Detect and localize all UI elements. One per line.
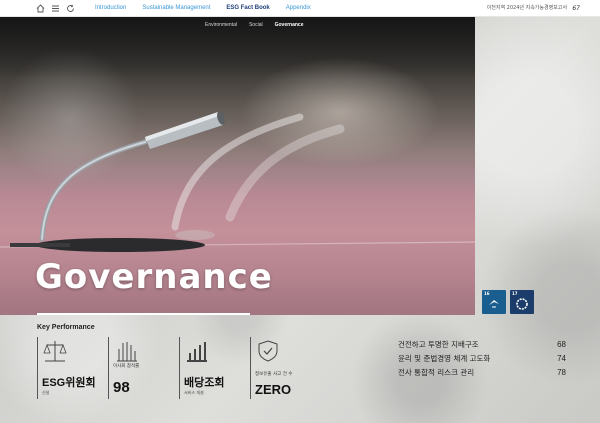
- bar-chart-icon: [187, 342, 207, 362]
- kp-value: 배당조회: [184, 377, 225, 389]
- refresh-icon[interactable]: [66, 4, 75, 13]
- kp-item-esg-committee: ESG위원회 신설: [37, 337, 107, 399]
- sdg-17-badge: 17: [510, 290, 534, 314]
- kp-label: 이사회 참석률: [113, 364, 140, 369]
- toc-item[interactable]: 전사 통합적 리스크 관리 78: [398, 365, 566, 379]
- kp-value: 98: [113, 379, 130, 396]
- menu-icon[interactable]: [51, 4, 60, 13]
- dove-icon: [489, 300, 499, 308]
- section-subnav: Environmental Social Governance: [205, 22, 304, 28]
- kp-caption: 신설: [42, 390, 50, 395]
- toc-label: 윤리 및 준법경영 체계 고도화: [398, 353, 491, 363]
- toc-label: 전사 통합적 리스크 관리: [398, 367, 475, 377]
- section-toc: 건전하고 투명한 지배구조 68 윤리 및 준법경영 체계 고도화 74 전사 …: [398, 337, 566, 379]
- kp-label: 정보유출 사고 건 수: [255, 372, 293, 377]
- kp-item-info-leak: 정보유출 사고 건 수 ZERO: [250, 337, 330, 399]
- tab-sustainable-management[interactable]: Sustainable Management: [134, 0, 218, 17]
- shield-check-icon: [258, 340, 278, 362]
- nav-icon-group: [36, 3, 75, 13]
- page-number: 67: [572, 5, 580, 12]
- subnav-social[interactable]: Social: [249, 22, 263, 28]
- sdg-16-badge: 16: [482, 290, 506, 314]
- toc-page: 74: [557, 353, 566, 363]
- kp-item-board-attendance: 이사회 참석률 98: [108, 337, 178, 399]
- subnav-governance[interactable]: Governance: [275, 22, 304, 28]
- scales-icon: [43, 341, 67, 362]
- kp-item-dividend-service: 배당조회 서비스 개설: [179, 337, 249, 399]
- key-performance-title: Key Performance: [37, 324, 95, 331]
- page-title: Governance: [35, 257, 273, 297]
- top-nav-bar: Introduction Sustainable Management ESG …: [0, 0, 600, 17]
- toc-page: 68: [557, 339, 566, 349]
- tab-appendix[interactable]: Appendix: [278, 0, 319, 17]
- report-title: 이천지역 2024년 지속가능경영보고서: [486, 5, 567, 11]
- tab-esg-fact-book[interactable]: ESG Fact Book: [218, 0, 277, 17]
- kp-caption: 서비스 개설: [184, 390, 204, 395]
- subnav-environmental[interactable]: Environmental: [205, 22, 237, 28]
- kp-value: ZERO: [255, 382, 292, 397]
- toc-page: 78: [557, 367, 566, 377]
- toc-item[interactable]: 건전하고 투명한 지배구조 68: [398, 337, 566, 351]
- main-tabs: Introduction Sustainable Management ESG …: [87, 0, 319, 17]
- partnership-ring-icon: [516, 298, 528, 310]
- toc-item[interactable]: 윤리 및 준법경영 체계 고도화 74: [398, 351, 566, 365]
- toc-label: 건전하고 투명한 지배구조: [398, 339, 479, 349]
- raised-hand-icon: [117, 342, 137, 362]
- title-underline: [37, 313, 250, 315]
- kp-value: ESG위원회: [42, 377, 96, 389]
- tab-introduction[interactable]: Introduction: [87, 0, 134, 17]
- home-icon[interactable]: [36, 3, 45, 13]
